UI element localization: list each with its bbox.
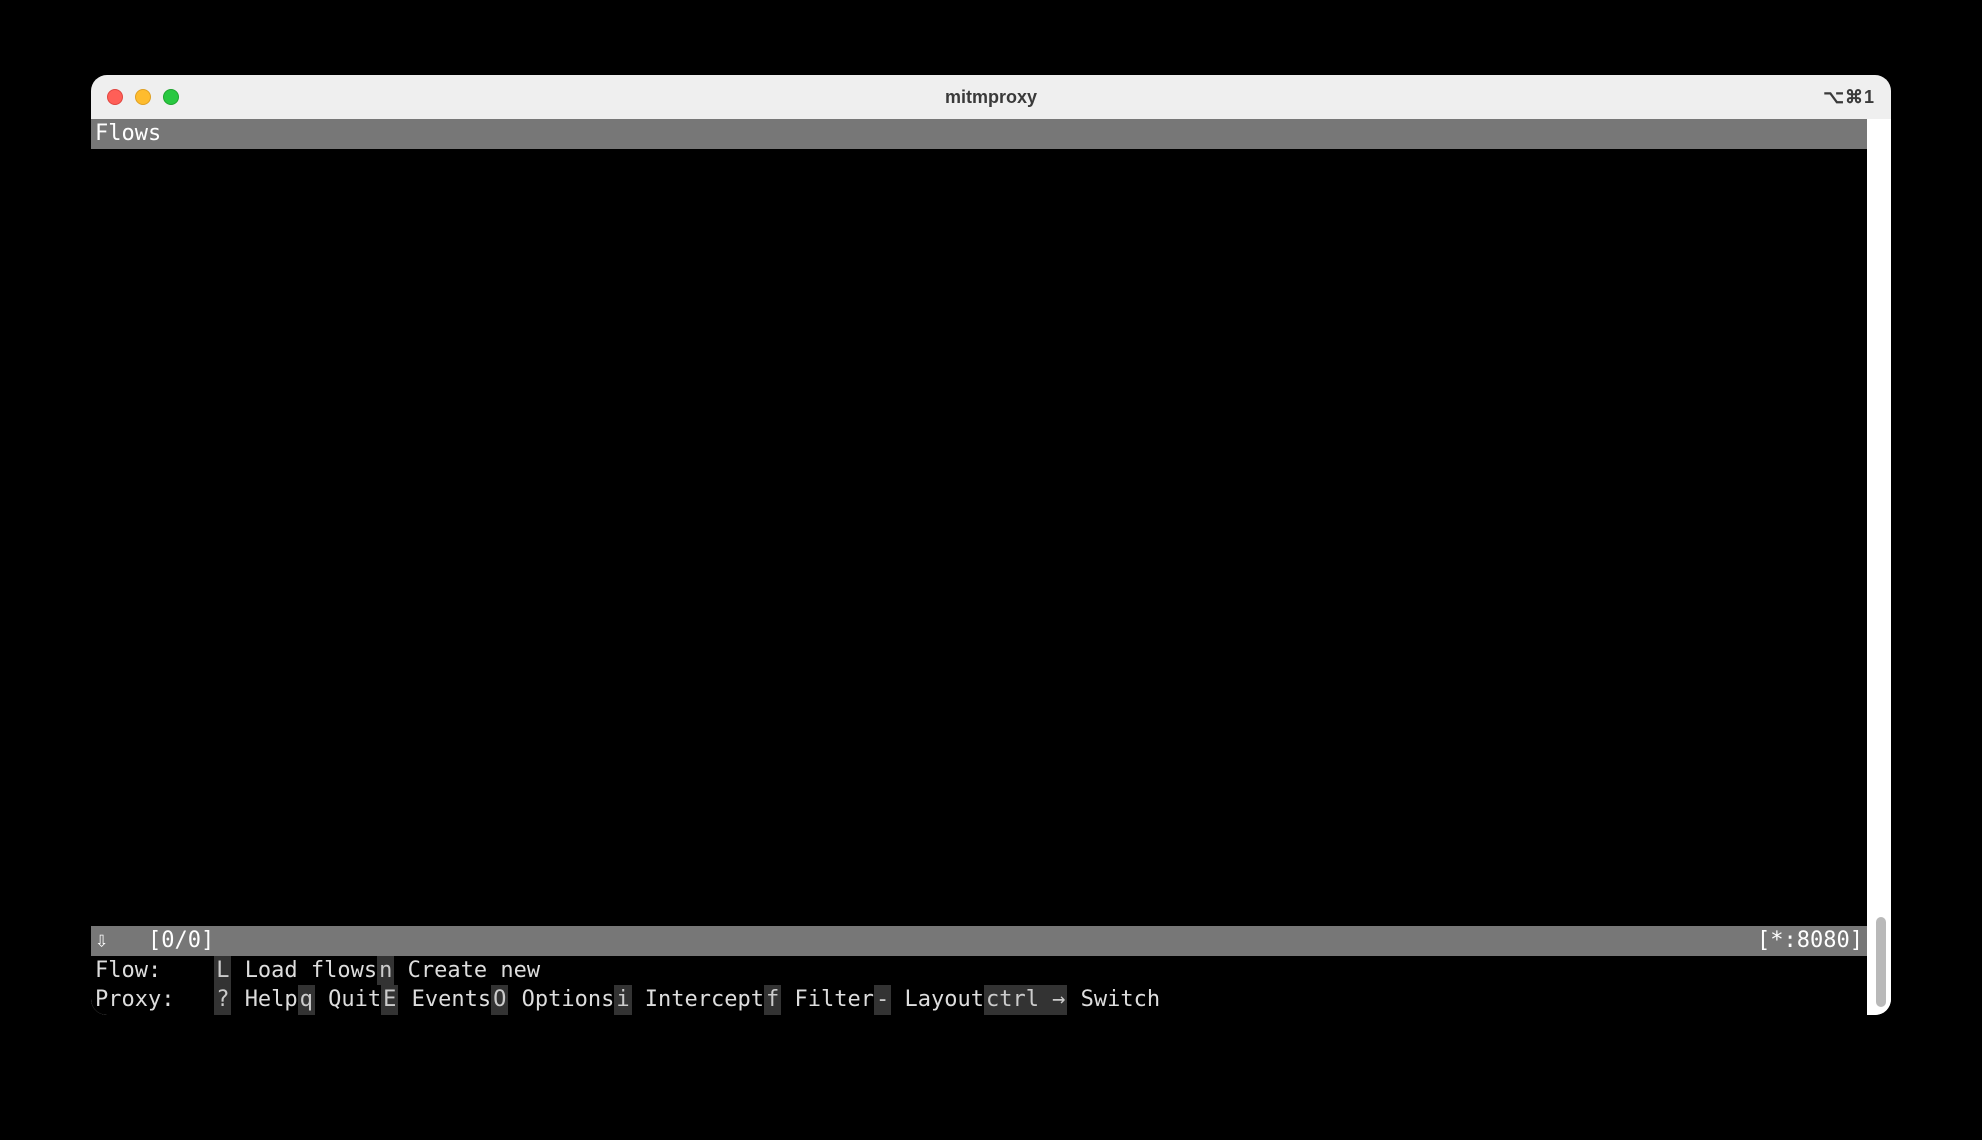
cmd-layout[interactable]: -Layout — [874, 985, 984, 1015]
maximize-button[interactable] — [163, 89, 179, 105]
terminal-area[interactable]: Flows ⇩ [0/0] [*:8080] Flow:L Load flows … — [91, 119, 1867, 1015]
flow-row-label: Flow: — [95, 956, 214, 986]
content-wrap: Flows ⇩ [0/0] [*:8080] Flow:L Load flows … — [91, 119, 1891, 1015]
window-shortcut-indicator: ⌥⌘1 — [1823, 87, 1875, 108]
cmd-label: Help — [245, 985, 298, 1015]
key-help: ? — [214, 985, 231, 1015]
cmd-quit[interactable]: q Quit — [298, 985, 381, 1015]
cmd-label: Options — [522, 985, 615, 1015]
key-events: E — [381, 985, 398, 1015]
cmd-label: Intercept — [645, 985, 764, 1015]
cmd-help[interactable]: ? Help — [214, 985, 297, 1015]
terminal-window: mitmproxy ⌥⌘1 Flows ⇩ [0/0] [*:8080] Flo… — [91, 75, 1891, 1015]
proxy-row-label: Proxy: — [95, 985, 214, 1015]
close-button[interactable] — [107, 89, 123, 105]
cmd-label: Create new — [408, 956, 540, 986]
cmd-label: Filter — [795, 985, 874, 1015]
window-controls — [107, 89, 179, 105]
scrollbar-thumb[interactable] — [1876, 917, 1886, 1007]
cmd-label: Layout — [904, 985, 983, 1015]
flow-command-row: Flow:L Load flows n Create new — [91, 956, 1867, 986]
scrollbar-gutter — [1867, 119, 1891, 1015]
cmd-label: Switch — [1081, 985, 1160, 1015]
key-layout: - — [874, 985, 891, 1015]
key-intercept: i — [614, 985, 631, 1015]
window-title: mitmproxy — [91, 87, 1891, 108]
key-options: O — [491, 985, 508, 1015]
titlebar: mitmproxy ⌥⌘1 — [91, 75, 1891, 119]
proxy-command-row: Proxy:? Help q Quit E Events O Options i Inte… — [91, 985, 1867, 1015]
cmd-label: Events — [412, 985, 491, 1015]
cmd-load-flows[interactable]: L Load flows — [214, 956, 377, 986]
key-L: L — [214, 956, 231, 986]
cmd-filter[interactable]: f Filter — [764, 985, 874, 1015]
status-left: ⇩ [0/0] — [95, 926, 214, 956]
status-arrow-icon: ⇩ — [95, 928, 108, 953]
flows-header-label: Flows — [95, 121, 161, 146]
status-listen: [*:8080] — [1757, 926, 1863, 956]
flows-header: Flows — [91, 119, 1867, 149]
key-filter: f — [764, 985, 781, 1015]
minimize-button[interactable] — [135, 89, 151, 105]
key-switch: ctrl → — [984, 985, 1067, 1015]
cmd-label: Quit — [328, 985, 381, 1015]
status-bar: ⇩ [0/0] [*:8080] — [91, 926, 1867, 956]
flows-list[interactable] — [91, 149, 1867, 926]
cmd-events[interactable]: E Events — [381, 985, 491, 1015]
cmd-create-new[interactable]: n Create new — [377, 956, 540, 986]
cmd-intercept[interactable]: i Intercept — [614, 985, 764, 1015]
cmd-label: Load flows — [245, 956, 377, 986]
cmd-switch[interactable]: ctrl → Switch — [984, 985, 1160, 1015]
status-counter: [0/0] — [148, 928, 214, 953]
key-n: n — [377, 956, 394, 986]
cmd-options[interactable]: O Options — [491, 985, 614, 1015]
key-quit: q — [298, 985, 315, 1015]
